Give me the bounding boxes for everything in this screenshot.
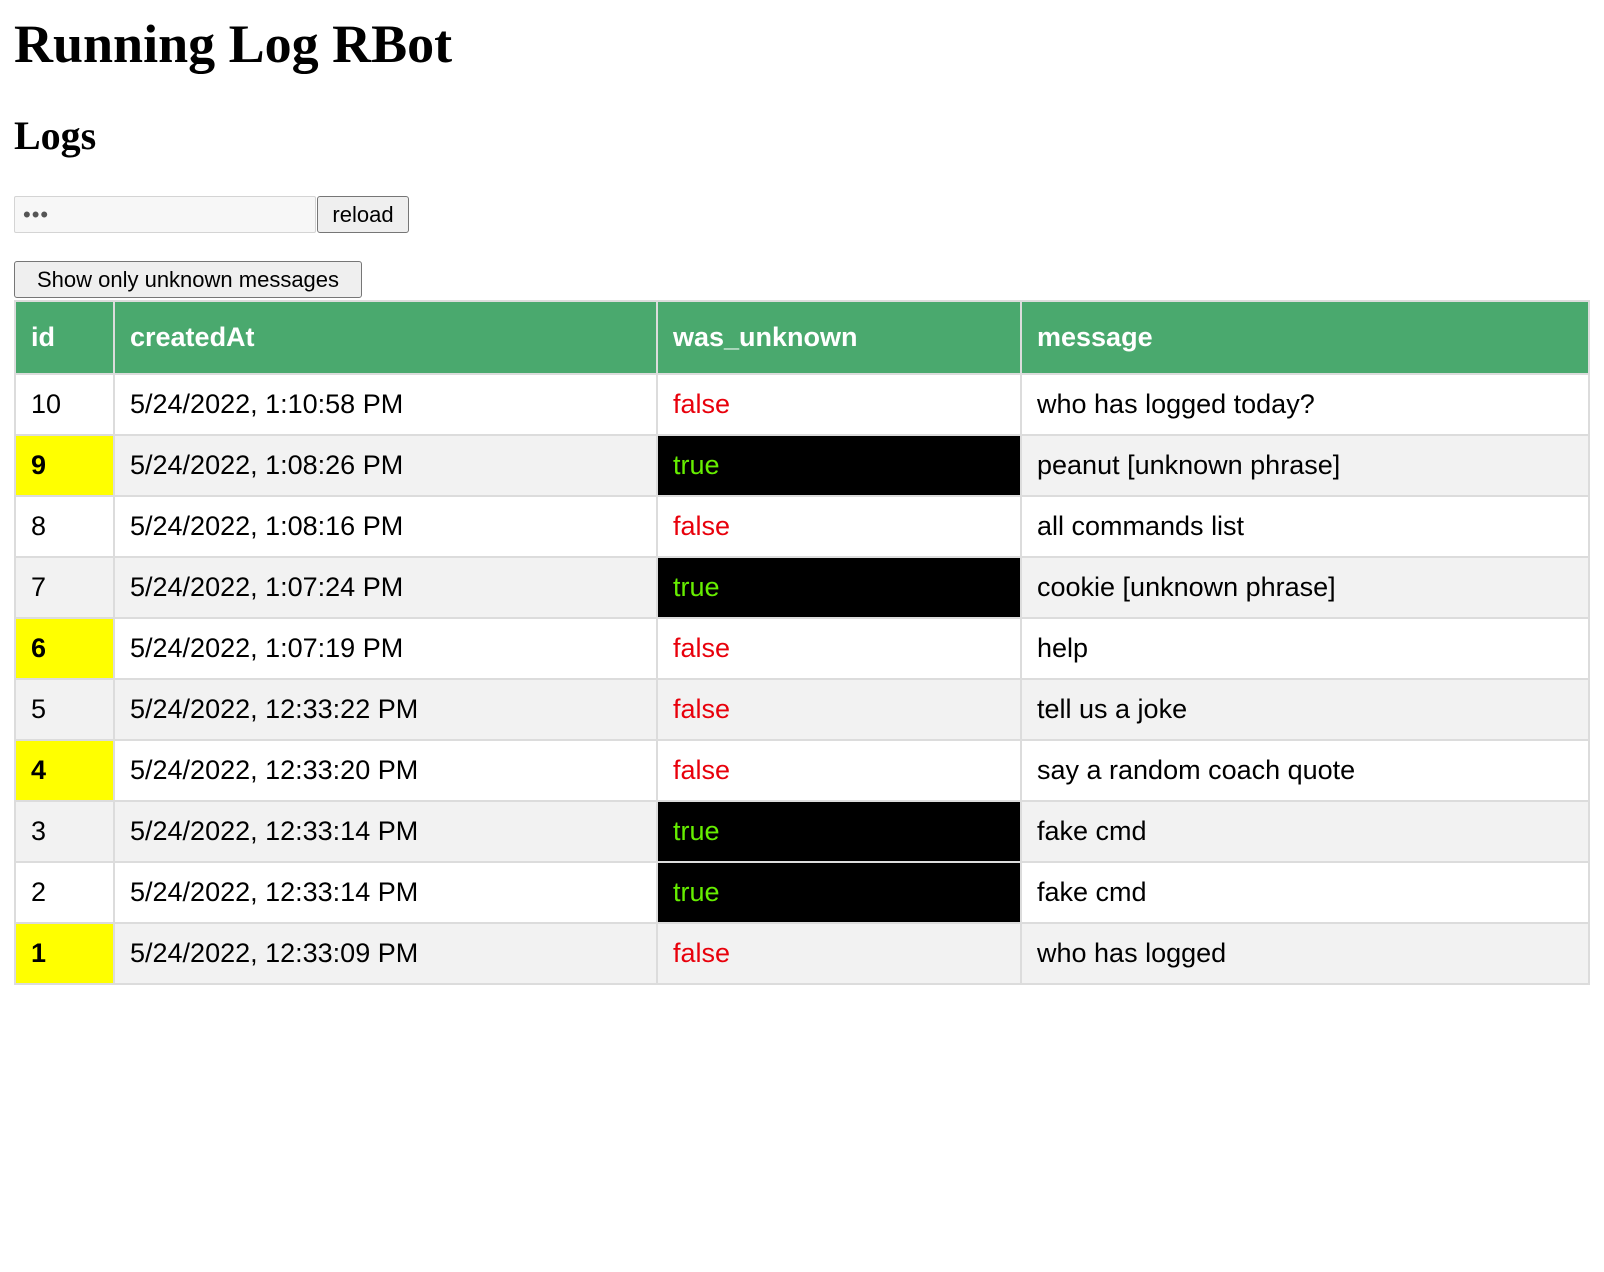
cell-message: peanut [unknown phrase] <box>1020 434 1590 497</box>
cell-was-unknown: true <box>656 556 1022 619</box>
table-row: 7 5/24/2022, 1:07:24 PM true cookie [unknow… <box>14 556 1590 619</box>
table-row: 8 5/24/2022, 1:08:16 PM false all commands … <box>14 495 1590 558</box>
cell-id: 7 <box>14 556 115 619</box>
cell-was-unknown: true <box>656 434 1022 497</box>
column-header-id: id <box>14 300 115 375</box>
cell-message: say a random coach quote <box>1020 739 1590 802</box>
cell-created-at: 5/24/2022, 12:33:09 PM <box>113 922 658 985</box>
password-input[interactable] <box>14 196 316 233</box>
table-row: 4 5/24/2022, 12:33:20 PM false say a random… <box>14 739 1590 802</box>
cell-created-at: 5/24/2022, 12:33:20 PM <box>113 739 658 802</box>
table-row: 10 5/24/2022, 1:10:58 PM false who has logg… <box>14 373 1590 436</box>
cell-id: 3 <box>14 800 115 863</box>
cell-created-at: 5/24/2022, 1:08:26 PM <box>113 434 658 497</box>
cell-id: 8 <box>14 495 115 558</box>
password-row: reload <box>14 196 409 233</box>
cell-created-at: 5/24/2022, 12:33:22 PM <box>113 678 658 741</box>
cell-id: 10 <box>14 373 115 436</box>
cell-message: fake cmd <box>1020 861 1590 924</box>
logs-table: id createdAt was_unknown message 10 5/24/… <box>14 300 1590 985</box>
table-row: 5 5/24/2022, 12:33:22 PM false tell us a jo… <box>14 678 1590 741</box>
column-header-was-unknown: was_unknown <box>656 300 1022 375</box>
table-row: 1 5/24/2022, 12:33:09 PM false who has logg… <box>14 922 1590 985</box>
cell-created-at: 5/24/2022, 12:33:14 PM <box>113 861 658 924</box>
cell-id: 2 <box>14 861 115 924</box>
cell-message: who has logged <box>1020 922 1590 985</box>
cell-message: fake cmd <box>1020 800 1590 863</box>
cell-message: help <box>1020 617 1590 680</box>
cell-id: 4 <box>14 739 115 802</box>
cell-created-at: 5/24/2022, 1:08:16 PM <box>113 495 658 558</box>
cell-was-unknown: true <box>656 861 1022 924</box>
table-header-row: id createdAt was_unknown message <box>14 300 1590 375</box>
table-row: 2 5/24/2022, 12:33:14 PM true fake cmd <box>14 861 1590 924</box>
column-header-createdat: createdAt <box>113 300 658 375</box>
show-unknown-only-button[interactable]: Show only unknown messages <box>14 261 362 298</box>
cell-created-at: 5/24/2022, 12:33:14 PM <box>113 800 658 863</box>
cell-message: tell us a joke <box>1020 678 1590 741</box>
cell-was-unknown: false <box>656 617 1022 680</box>
cell-id: 6 <box>14 617 115 680</box>
cell-was-unknown: false <box>656 495 1022 558</box>
cell-message: all commands list <box>1020 495 1590 558</box>
cell-was-unknown: false <box>656 739 1022 802</box>
cell-message: who has logged today? <box>1020 373 1590 436</box>
column-header-message: message <box>1020 300 1590 375</box>
table-row: 9 5/24/2022, 1:08:26 PM true peanut [unknow… <box>14 434 1590 497</box>
table-row: 6 5/24/2022, 1:07:19 PM false help <box>14 617 1590 680</box>
cell-created-at: 5/24/2022, 1:07:19 PM <box>113 617 658 680</box>
cell-id: 1 <box>14 922 115 985</box>
page-title: Running Log RBot <box>14 14 453 74</box>
table-row: 3 5/24/2022, 12:33:14 PM true fake cmd <box>14 800 1590 863</box>
cell-was-unknown: true <box>656 800 1022 863</box>
cell-was-unknown: false <box>656 678 1022 741</box>
cell-created-at: 5/24/2022, 1:07:24 PM <box>113 556 658 619</box>
cell-id: 9 <box>14 434 115 497</box>
cell-message: cookie [unknown phrase] <box>1020 556 1590 619</box>
cell-created-at: 5/24/2022, 1:10:58 PM <box>113 373 658 436</box>
reload-button[interactable]: reload <box>317 196 409 233</box>
cell-id: 5 <box>14 678 115 741</box>
cell-was-unknown: false <box>656 373 1022 436</box>
cell-was-unknown: false <box>656 922 1022 985</box>
section-title: Logs <box>14 113 97 158</box>
